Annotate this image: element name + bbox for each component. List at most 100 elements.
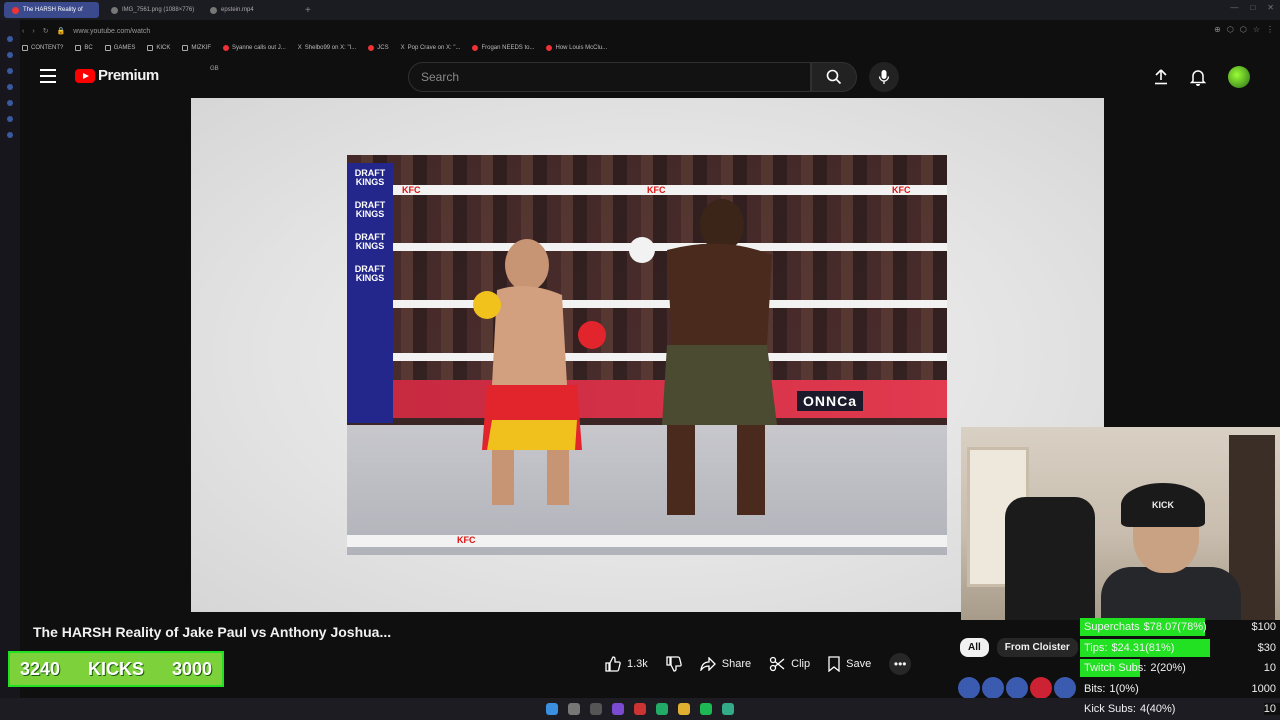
search-input[interactable]: Search [408, 62, 811, 92]
sidebar-app-icon[interactable] [7, 116, 13, 122]
folder-taskbar-icon[interactable] [678, 703, 690, 715]
youtube-icon [546, 44, 553, 51]
taskview-icon[interactable] [590, 703, 602, 715]
upload-icon[interactable] [1154, 69, 1168, 85]
goal-row: Twitch Subs: 2(20%) 10 [1080, 658, 1280, 679]
ring-brand-text: KFC [457, 535, 476, 545]
app-taskbar-icon[interactable] [634, 703, 646, 715]
folder-icon [104, 44, 111, 51]
ring-rope: KFC KFC KFC [347, 185, 947, 195]
bookmark-label: CONTENT? [31, 44, 64, 51]
tab-youtube[interactable]: The HARSH Reality of [4, 2, 99, 18]
sidebar-app-icon[interactable] [7, 52, 13, 58]
bookmark-link[interactable]: X Shelbo99 on X: "I... [298, 45, 357, 51]
bookmark-link[interactable]: How Louis McClu... [546, 44, 608, 51]
forward-icon[interactable]: › [32, 28, 34, 35]
chip-from-channel[interactable]: From Cloister [996, 638, 1078, 657]
browser-sidebar [0, 20, 20, 700]
browser-taskbar-icon[interactable] [612, 703, 624, 715]
spotify-taskbar-icon[interactable] [700, 703, 712, 715]
extension-icon[interactable]: ⬡ [1227, 25, 1234, 34]
bookmark-label: JCS [377, 44, 389, 51]
sidebar-app-icon[interactable] [7, 36, 13, 42]
kicks-current: 3240 [20, 658, 61, 679]
menu-dots-icon[interactable]: ⋮ [1266, 25, 1274, 34]
youtube-premium-logo[interactable]: Premium GB [75, 66, 219, 84]
more-actions-button[interactable]: ••• [889, 653, 912, 675]
zoom-icon[interactable]: ⊕ [1214, 25, 1221, 34]
goal-target: 10 [1263, 662, 1280, 675]
bookmark-folder[interactable]: MIZKIF [182, 44, 212, 51]
sidebar-app-icon[interactable] [7, 132, 13, 138]
bookmark-link[interactable]: JCS [368, 44, 389, 51]
hamburger-menu-icon[interactable] [40, 69, 56, 83]
notifications-bell-icon[interactable] [1190, 69, 1206, 86]
clip-button[interactable]: Clip [769, 656, 810, 672]
sponsor-text: DRAFT KINGS [354, 264, 386, 283]
save-button[interactable]: Save [828, 656, 871, 672]
search-button[interactable] [811, 62, 857, 92]
new-tab-icon[interactable]: + [305, 5, 311, 16]
bookmark-label: MIZKIF [191, 44, 212, 51]
thumbnail[interactable] [1054, 677, 1076, 699]
streamer-cap: KICK [1121, 483, 1205, 527]
back-icon[interactable]: ‹ [22, 28, 24, 35]
region-code: GB [210, 66, 219, 72]
share-button[interactable]: Share [700, 657, 751, 671]
goal-target: 1000 [1251, 682, 1280, 695]
thumbnail[interactable] [982, 677, 1004, 699]
bookmark-link[interactable]: X Pop Crave on X: "... [401, 45, 461, 51]
bookmark-folder[interactable]: BC [75, 44, 93, 51]
goal-value: 4(40%) [1139, 703, 1176, 716]
tab-title: The HARSH Reality of [23, 7, 83, 13]
goal-label: Bits: [1084, 682, 1106, 695]
minimize-icon[interactable]: — [1230, 3, 1238, 12]
voice-search-button[interactable] [869, 62, 899, 92]
start-icon[interactable] [546, 703, 558, 715]
app-taskbar-icon[interactable] [722, 703, 734, 715]
share-arrow-icon [700, 657, 716, 671]
kicks-goal: 3000 [171, 658, 212, 679]
share-label: Share [721, 658, 752, 670]
tab-video[interactable]: epstein.mp4 [202, 2, 297, 18]
thumbnail[interactable] [958, 677, 980, 699]
sidebar-app-icon[interactable] [7, 100, 13, 106]
bookmark-folder[interactable]: GAMES [104, 44, 136, 51]
bookmark-link[interactable]: Syanne calls out J... [223, 44, 286, 51]
tab-title: epstein.mp4 [221, 7, 254, 13]
bookmark-link[interactable]: Frogan NEEDS to... [472, 44, 534, 51]
maximize-icon[interactable]: □ [1250, 3, 1255, 12]
x-logo-icon: X [400, 44, 405, 51]
bookmark-folder[interactable]: CONTENT? [22, 44, 64, 51]
chip-all[interactable]: All [960, 638, 989, 657]
bookmark-star-icon[interactable]: ☆ [1253, 25, 1260, 34]
streamer-webcam: KICK [961, 427, 1280, 620]
youtube-icon [368, 44, 375, 51]
tab-image[interactable]: IMG_7561.png (1088×776) [103, 2, 198, 18]
folder-icon [182, 44, 189, 51]
sidebar-app-icon[interactable] [7, 84, 13, 90]
thumbnail[interactable] [1030, 677, 1052, 699]
extension-icon[interactable]: ⬡ [1240, 25, 1247, 34]
sponsor-text: DRAFT KINGS [354, 168, 386, 187]
ring-rope-bottom: KFC [347, 535, 947, 547]
bookmark-label: How Louis McClu... [555, 44, 608, 51]
goal-row: Superchats $78.07(78%) $100 [1080, 617, 1280, 638]
reload-icon[interactable]: ↻ [43, 27, 49, 35]
search-taskbar-icon[interactable] [568, 703, 580, 715]
sidebar-app-icon[interactable] [7, 68, 13, 74]
bookmark-label: Shelbo99 on X: "I... [304, 44, 357, 51]
like-button[interactable]: 1.3k [605, 656, 648, 672]
goal-value: 1(0%) [1109, 682, 1139, 695]
thumbnail[interactable] [1006, 677, 1028, 699]
goal-row: Tips: $24.31(81%) $30 [1080, 638, 1280, 659]
avatar[interactable] [1228, 66, 1250, 88]
bookmark-label: Syanne calls out J... [232, 44, 286, 51]
youtube-icon [472, 44, 479, 51]
bookmark-label: GAMES [113, 44, 136, 51]
bookmark-folder[interactable]: KICK [147, 44, 170, 51]
url-field[interactable]: www.youtube.com/watch [73, 28, 150, 35]
dislike-button[interactable] [666, 656, 682, 672]
close-icon[interactable]: ✕ [1267, 3, 1274, 12]
app-taskbar-icon[interactable] [656, 703, 668, 715]
